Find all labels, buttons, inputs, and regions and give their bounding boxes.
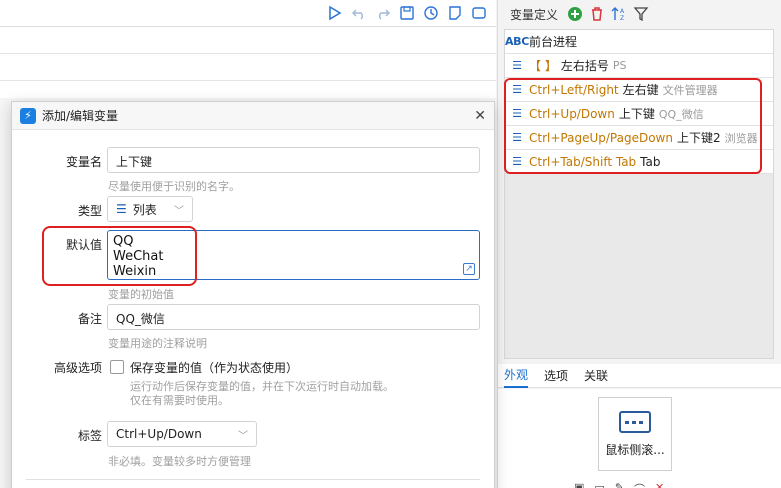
- properties-tabs: 外观 选项 关联: [498, 364, 781, 388]
- list-type-icon: ☰: [116, 202, 127, 216]
- variable-name: 前台进程: [529, 35, 578, 49]
- tab-association[interactable]: 关联: [584, 364, 608, 387]
- save-state-hint-2: 仅在有需要时使用。: [130, 394, 229, 407]
- name-input[interactable]: 上下键: [107, 147, 480, 173]
- appearance-bottom-icons: ▣ ▭ ✎ ⌒ ✕: [574, 481, 664, 488]
- name-label: 变量名: [65, 155, 102, 169]
- chevron-down-icon: ﹀: [238, 430, 248, 442]
- variable-name: 左右括号: [560, 59, 609, 73]
- add-icon[interactable]: [566, 5, 584, 23]
- variable-note: PS: [612, 59, 627, 72]
- appearance-panel: 鼠标侧滚... ▣ ▭ ✎ ⌒ ✕: [498, 389, 781, 488]
- note-icon[interactable]: [446, 4, 464, 22]
- dialog-titlebar: ⚡ 添加/编辑变量: [12, 102, 494, 130]
- dialog-title: 添加/编辑变量: [42, 109, 119, 123]
- undo-icon[interactable]: [350, 4, 368, 22]
- save-state-label[interactable]: 保存变量的值（作为状态使用）: [130, 359, 298, 376]
- variables-panel: 变量定义 AZ ABC 前台进程 ☰ 【 】 左右括号 PS ☰ Ctrl+Le…: [497, 0, 781, 488]
- variables-header: 变量定义 AZ: [498, 0, 781, 28]
- close-icon[interactable]: ✕: [474, 108, 486, 124]
- appearance-card-label: 鼠标侧滚...: [605, 442, 665, 457]
- tag-hint: 非必填。变量较多时方便管理: [108, 455, 251, 468]
- svg-text:Z: Z: [620, 15, 624, 22]
- tag-value: Ctrl+Up/Down: [116, 427, 202, 441]
- expand-icon[interactable]: ↗: [463, 263, 475, 275]
- top-toolbar: [0, 0, 496, 26]
- remark-label: 备注: [77, 312, 102, 326]
- advanced-label: 高级选项: [53, 361, 102, 375]
- delete-icon[interactable]: [588, 5, 606, 23]
- name-hint: 尽量使用便于识别的名字。: [108, 180, 240, 193]
- svg-text:A: A: [620, 8, 625, 15]
- type-select[interactable]: ☰ 列表 ﹀: [107, 196, 193, 222]
- variable-item-brackets[interactable]: ☰ 【 】 左右括号 PS: [505, 54, 773, 78]
- variables-title: 变量定义: [510, 7, 559, 22]
- history-icon[interactable]: [422, 4, 440, 22]
- app-logo-icon: ⚡: [20, 107, 36, 124]
- type-label: 类型: [77, 204, 102, 218]
- variables-highlight-annotation: [504, 78, 762, 174]
- more-icon[interactable]: [470, 4, 488, 22]
- tag-select[interactable]: Ctrl+Up/Down ﹀: [107, 421, 257, 447]
- default-value-hint: 变量的初始值: [108, 288, 174, 301]
- save-icon[interactable]: [398, 4, 416, 22]
- list-type-icon: ☰: [512, 59, 522, 72]
- link-icon[interactable]: ⌒: [634, 481, 645, 488]
- chevron-down-icon: ﹀: [174, 205, 184, 217]
- redo-icon[interactable]: [374, 4, 392, 22]
- variable-key: 【 】: [529, 59, 557, 73]
- text-type-icon: ABC: [505, 35, 530, 48]
- edit-variable-dialog: ⚡ 添加/编辑变量 ✕ 变量名 上下键 尽量使用便于识别的名字。 类型 ☰ 列表…: [11, 101, 495, 488]
- image-icon[interactable]: ▣: [574, 481, 584, 488]
- type-value: 列表: [132, 202, 157, 217]
- tag-label: 标签: [77, 429, 102, 443]
- save-state-checkbox[interactable]: [110, 360, 124, 374]
- keyboard-icon: [619, 410, 651, 433]
- editor-lines: [0, 26, 496, 98]
- appearance-card[interactable]: 鼠标侧滚...: [598, 397, 672, 471]
- sort-icon[interactable]: AZ: [610, 5, 628, 23]
- remark-input[interactable]: QQ_微信: [107, 304, 480, 330]
- tab-options[interactable]: 选项: [544, 364, 568, 387]
- edit-icon[interactable]: ✎: [615, 481, 624, 488]
- remark-hint: 变量用途的注释说明: [108, 337, 207, 350]
- run-icon[interactable]: [326, 4, 344, 22]
- folder-icon[interactable]: ▭: [594, 481, 604, 488]
- remove-icon[interactable]: ✕: [655, 481, 664, 488]
- default-value-highlight-annotation: [42, 226, 197, 286]
- filter-icon[interactable]: [632, 5, 650, 23]
- dialog-footer-divider: [26, 479, 480, 480]
- tab-appearance[interactable]: 外观: [504, 363, 529, 388]
- variable-item-foreground-process[interactable]: ABC 前台进程: [505, 30, 773, 54]
